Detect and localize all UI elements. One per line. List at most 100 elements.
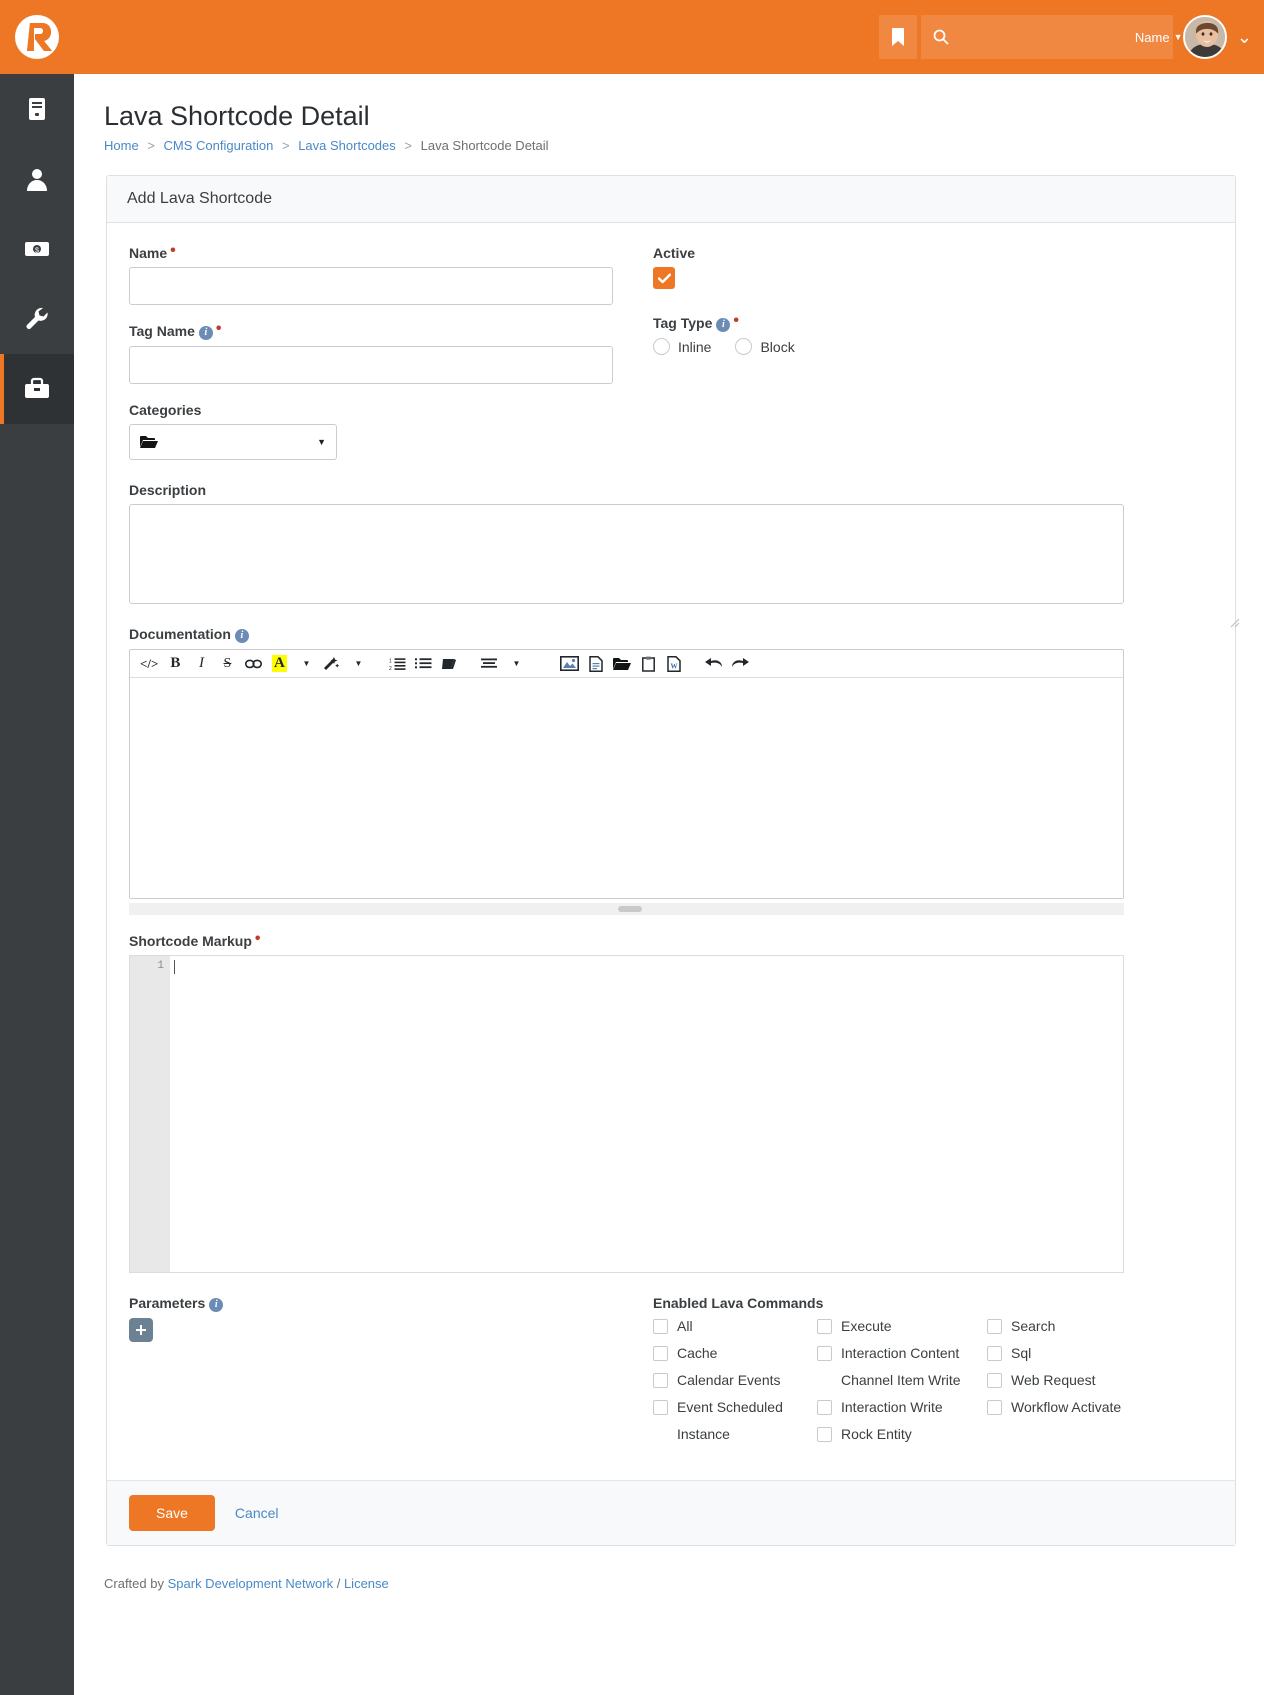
bookmark-icon — [891, 27, 905, 47]
info-icon[interactable]: i — [209, 1298, 223, 1312]
lava-command-label: Execute — [841, 1317, 892, 1336]
lava-command-web-request[interactable]: Web Request — [987, 1371, 1151, 1390]
save-button[interactable]: Save — [129, 1495, 215, 1531]
file-browser-icon[interactable] — [609, 651, 635, 677]
resize-grip-icon[interactable] — [1230, 618, 1240, 628]
undo-icon[interactable] — [701, 651, 727, 677]
documentation-horizontal-scrollbar[interactable] — [129, 903, 1124, 915]
global-search[interactable]: Name▼ — [921, 15, 1173, 59]
tag-type-radio-block[interactable] — [735, 338, 752, 355]
text-color-icon[interactable]: A — [266, 651, 292, 677]
tag-type-radio-inline[interactable] — [653, 338, 670, 355]
breadcrumb-item-lava-shortcodes[interactable]: Lava Shortcodes — [298, 138, 396, 153]
cancel-button[interactable]: Cancel — [235, 1505, 279, 1521]
lava-command-rock-entity[interactable]: Rock Entity — [817, 1425, 987, 1444]
name-label: Name• — [129, 245, 641, 261]
breadcrumb-item-home[interactable]: Home — [104, 138, 139, 153]
clear-formatting-dropdown-icon[interactable]: ▼ — [344, 651, 370, 677]
sidebar-item-finance[interactable]: $ — [0, 214, 74, 284]
bold-icon[interactable]: B — [162, 651, 188, 677]
checkbox[interactable] — [653, 1373, 668, 1388]
lava-command-execute[interactable]: Execute — [817, 1317, 987, 1336]
checkbox[interactable] — [817, 1400, 832, 1415]
insert-page-icon[interactable] — [583, 651, 609, 677]
description-textarea[interactable] — [129, 504, 1124, 604]
checkbox[interactable] — [987, 1319, 1002, 1334]
lava-command-all[interactable]: All — [653, 1317, 817, 1336]
checkbox[interactable] — [653, 1319, 668, 1334]
tag-name-input[interactable] — [129, 346, 613, 384]
breadcrumb-item-cms-configuration[interactable]: CMS Configuration — [164, 138, 274, 153]
checkbox[interactable] — [817, 1346, 832, 1361]
source-code-icon[interactable]: </> — [136, 651, 162, 677]
documentation-editor: </> B I S — [129, 649, 1124, 899]
lava-command-interaction-content[interactable]: Interaction Content — [817, 1344, 987, 1363]
field-categories: Categories ▼ — [129, 402, 641, 460]
checkbox[interactable] — [987, 1400, 1002, 1415]
clear-formatting-icon[interactable] — [318, 651, 344, 677]
italic-icon[interactable]: I — [188, 651, 214, 677]
svg-text:W: W — [671, 662, 678, 670]
checkbox[interactable] — [817, 1319, 832, 1334]
checkbox[interactable] — [653, 1346, 668, 1361]
field-documentation: Documentationi </> B I — [129, 626, 1213, 915]
scrollbar-thumb[interactable] — [618, 906, 642, 912]
sidebar-item-people[interactable] — [0, 144, 74, 214]
shortcode-markup-editor[interactable]: 1 — [129, 955, 1124, 1273]
sidebar-item-admin[interactable] — [0, 354, 74, 424]
active-checkbox[interactable] — [653, 267, 675, 289]
rock-logo[interactable] — [0, 0, 74, 74]
redo-icon[interactable] — [727, 651, 753, 677]
checkbox[interactable] — [653, 1400, 668, 1415]
text-color-dropdown-icon[interactable]: ▼ — [292, 651, 318, 677]
tag-name-label-text: Tag Name — [129, 323, 195, 339]
info-icon[interactable]: i — [716, 318, 730, 332]
block-quote-icon[interactable] — [436, 651, 462, 677]
link-icon[interactable] — [240, 651, 266, 677]
search-input[interactable] — [949, 16, 1129, 58]
crafted-by-text: Crafted by — [104, 1576, 164, 1591]
ordered-list-icon[interactable]: 1 2 — [384, 651, 410, 677]
lava-command-label: All — [677, 1317, 693, 1336]
tag-type-label-inline[interactable]: Inline — [678, 339, 711, 355]
avatar[interactable] — [1183, 15, 1227, 59]
documentation-editor-canvas[interactable] — [130, 678, 1123, 898]
license-link[interactable]: License — [344, 1576, 389, 1591]
checkbox[interactable] — [987, 1373, 1002, 1388]
lava-command-search[interactable]: Search — [987, 1317, 1151, 1336]
paste-from-word-icon[interactable]: W — [661, 651, 687, 677]
tag-type-label-block[interactable]: Block — [760, 339, 794, 355]
lava-command-interaction-write[interactable]: Interaction Write — [817, 1398, 987, 1417]
add-parameter-button[interactable] — [129, 1318, 153, 1342]
info-icon[interactable]: i — [235, 629, 249, 643]
insert-image-icon[interactable] — [556, 651, 583, 677]
categories-select[interactable]: ▼ — [129, 424, 337, 460]
parameters-label-text: Parameters — [129, 1295, 205, 1311]
search-scope-dropdown[interactable]: Name▼ — [1129, 30, 1183, 45]
unordered-list-icon[interactable] — [410, 651, 436, 677]
bookmark-button[interactable] — [879, 15, 917, 59]
align-dropdown-icon[interactable]: ▼ — [502, 651, 528, 677]
lava-command-event-scheduled-instance[interactable]: Event Scheduled — [653, 1398, 817, 1417]
sidebar-item-content[interactable] — [0, 74, 74, 144]
lava-command-channel-item-write[interactable]: Channel Item Write — [817, 1371, 987, 1390]
required-indicator: • — [170, 242, 176, 259]
paste-icon[interactable] — [635, 651, 661, 677]
user-menu-chevron-down-icon[interactable]: ⌄ — [1237, 27, 1252, 48]
align-icon[interactable] — [476, 651, 502, 677]
lava-command-workflow-activate[interactable]: Workflow Activate — [987, 1398, 1151, 1417]
info-icon[interactable]: i — [199, 326, 213, 340]
strikethrough-icon[interactable]: S — [214, 651, 240, 677]
lava-command-label: Interaction Write — [841, 1398, 943, 1417]
spark-development-network-link[interactable]: Spark Development Network — [168, 1576, 333, 1591]
tag-type-radio-group: Inline Block — [653, 338, 1153, 355]
sidebar-item-tools[interactable] — [0, 284, 74, 354]
name-input[interactable] — [129, 267, 613, 305]
lava-command-cache[interactable]: Cache — [653, 1344, 817, 1363]
lava-command-sql[interactable]: Sql — [987, 1344, 1151, 1363]
lava-command-calendar-events[interactable]: Calendar Events — [653, 1371, 817, 1390]
search-scope-label: Name — [1135, 30, 1170, 45]
checkbox[interactable] — [987, 1346, 1002, 1361]
code-input-area[interactable] — [170, 956, 1123, 1272]
checkbox[interactable] — [817, 1427, 832, 1442]
